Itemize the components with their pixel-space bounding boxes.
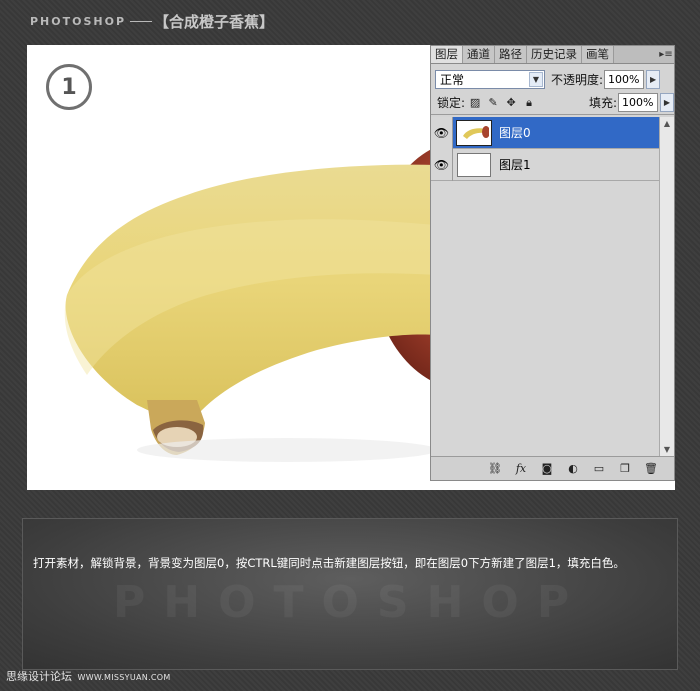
layer-name: 图层1 xyxy=(499,158,531,172)
step-number-badge: 1 xyxy=(46,64,92,110)
opacity-slider-arrow-icon[interactable]: ▶ xyxy=(646,69,661,89)
layer-thumbnail xyxy=(457,152,491,177)
blend-mode-value: 正常 xyxy=(440,72,465,87)
lock-all-icon[interactable]: 🔒︎ xyxy=(523,96,535,109)
background-watermark: PHOTOSHOP xyxy=(113,577,588,628)
layer-name: 图层0 xyxy=(499,126,531,140)
tab-paths[interactable]: 路径 xyxy=(495,46,527,63)
link-layers-icon[interactable]: ⛓︎ xyxy=(488,462,502,476)
site-url: WWW.MISSYUAN.COM xyxy=(77,673,171,682)
scroll-up-icon[interactable]: ▲ xyxy=(660,117,674,131)
new-layer-icon[interactable]: ❐ xyxy=(618,462,632,476)
step-description-box: PHOTOSHOP 打开素材，解锁背景，背景变为图层0，按CTRL键同时点击新建… xyxy=(22,518,678,670)
lock-label: 锁定: xyxy=(437,96,466,110)
banana-thumbnail-icon xyxy=(459,122,489,143)
eye-icon[interactable]: 👁︎ xyxy=(431,148,453,181)
header-divider xyxy=(130,20,153,22)
blend-mode-select[interactable]: 正常 ▼ xyxy=(435,69,545,89)
lock-paint-brush-icon[interactable]: ✎ xyxy=(487,96,499,109)
add-mask-icon[interactable]: ◙ xyxy=(540,462,554,476)
step-description-text: 打开素材，解锁背景，背景变为图层0，按CTRL键同时点击新建图层按钮，即在图层0… xyxy=(33,556,625,570)
lock-move-icon[interactable]: ✥ xyxy=(505,96,517,109)
lock-transparency-icon[interactable]: ▨ xyxy=(469,96,481,109)
layers-bottom-toolbar: ⛓︎ fx ◙ ◐ ▭ ❐ 🗑︎ xyxy=(431,456,674,480)
panel-menu-icon[interactable]: ▸≡ xyxy=(658,46,674,63)
tab-history[interactable]: 历史记录 xyxy=(527,46,582,63)
layers-list: 👁︎ 图层0 👁︎ 图层1 xyxy=(431,116,660,457)
lock-options: ▨ ✎ ✥ 🔒︎ xyxy=(469,96,535,110)
tab-brushes[interactable]: 画笔 xyxy=(582,46,614,63)
panel-tabs: 图层 通道 路径 历史记录 画笔 ▸≡ xyxy=(431,46,674,64)
tab-channels[interactable]: 通道 xyxy=(463,46,495,63)
opacity-input[interactable]: 100% xyxy=(604,69,645,89)
fill-slider-arrow-icon[interactable]: ▶ xyxy=(660,93,674,112)
eye-icon[interactable]: 👁︎ xyxy=(431,116,453,149)
layers-scrollbar[interactable]: ▲ ▼ xyxy=(659,117,674,457)
tab-layers[interactable]: 图层 xyxy=(431,46,463,63)
lock-fill-row: 锁定: ▨ ✎ ✥ 🔒︎ 填充: 100% ▶ xyxy=(431,91,674,115)
layer-thumbnail xyxy=(456,119,492,146)
layer-row-0[interactable]: 👁︎ 图层0 xyxy=(431,116,660,149)
new-group-folder-icon[interactable]: ▭ xyxy=(592,462,606,476)
layer-style-fx-icon[interactable]: fx xyxy=(514,462,528,476)
tutorial-header: PHOTOSHOP 【合成橙子香蕉】 xyxy=(30,10,274,32)
chevron-down-icon: ▼ xyxy=(529,71,543,87)
opacity-label: 不透明度: xyxy=(551,72,604,87)
brand-label: PHOTOSHOP xyxy=(30,14,127,28)
layers-panel: 图层 通道 路径 历史记录 画笔 ▸≡ 正常 ▼ 不透明度: 100% ▶ 锁定… xyxy=(430,45,675,481)
scroll-down-icon[interactable]: ▼ xyxy=(660,443,674,457)
tutorial-title: 【合成橙子香蕉】 xyxy=(154,12,275,31)
banana-apple-photo xyxy=(64,146,437,462)
layer-row-1[interactable]: 👁︎ 图层1 xyxy=(431,148,660,181)
adjustment-layer-icon[interactable]: ◐ xyxy=(566,462,580,476)
blend-opacity-row: 正常 ▼ 不透明度: 100% ▶ xyxy=(431,67,674,91)
delete-layer-trash-icon[interactable]: 🗑︎ xyxy=(644,462,658,476)
fill-input[interactable]: 100% xyxy=(618,93,658,112)
site-footer: 思缘设计论坛 WWW.MISSYUAN.COM xyxy=(6,668,171,684)
fill-label: 填充: xyxy=(588,96,617,110)
site-name: 思缘设计论坛 xyxy=(6,670,72,683)
